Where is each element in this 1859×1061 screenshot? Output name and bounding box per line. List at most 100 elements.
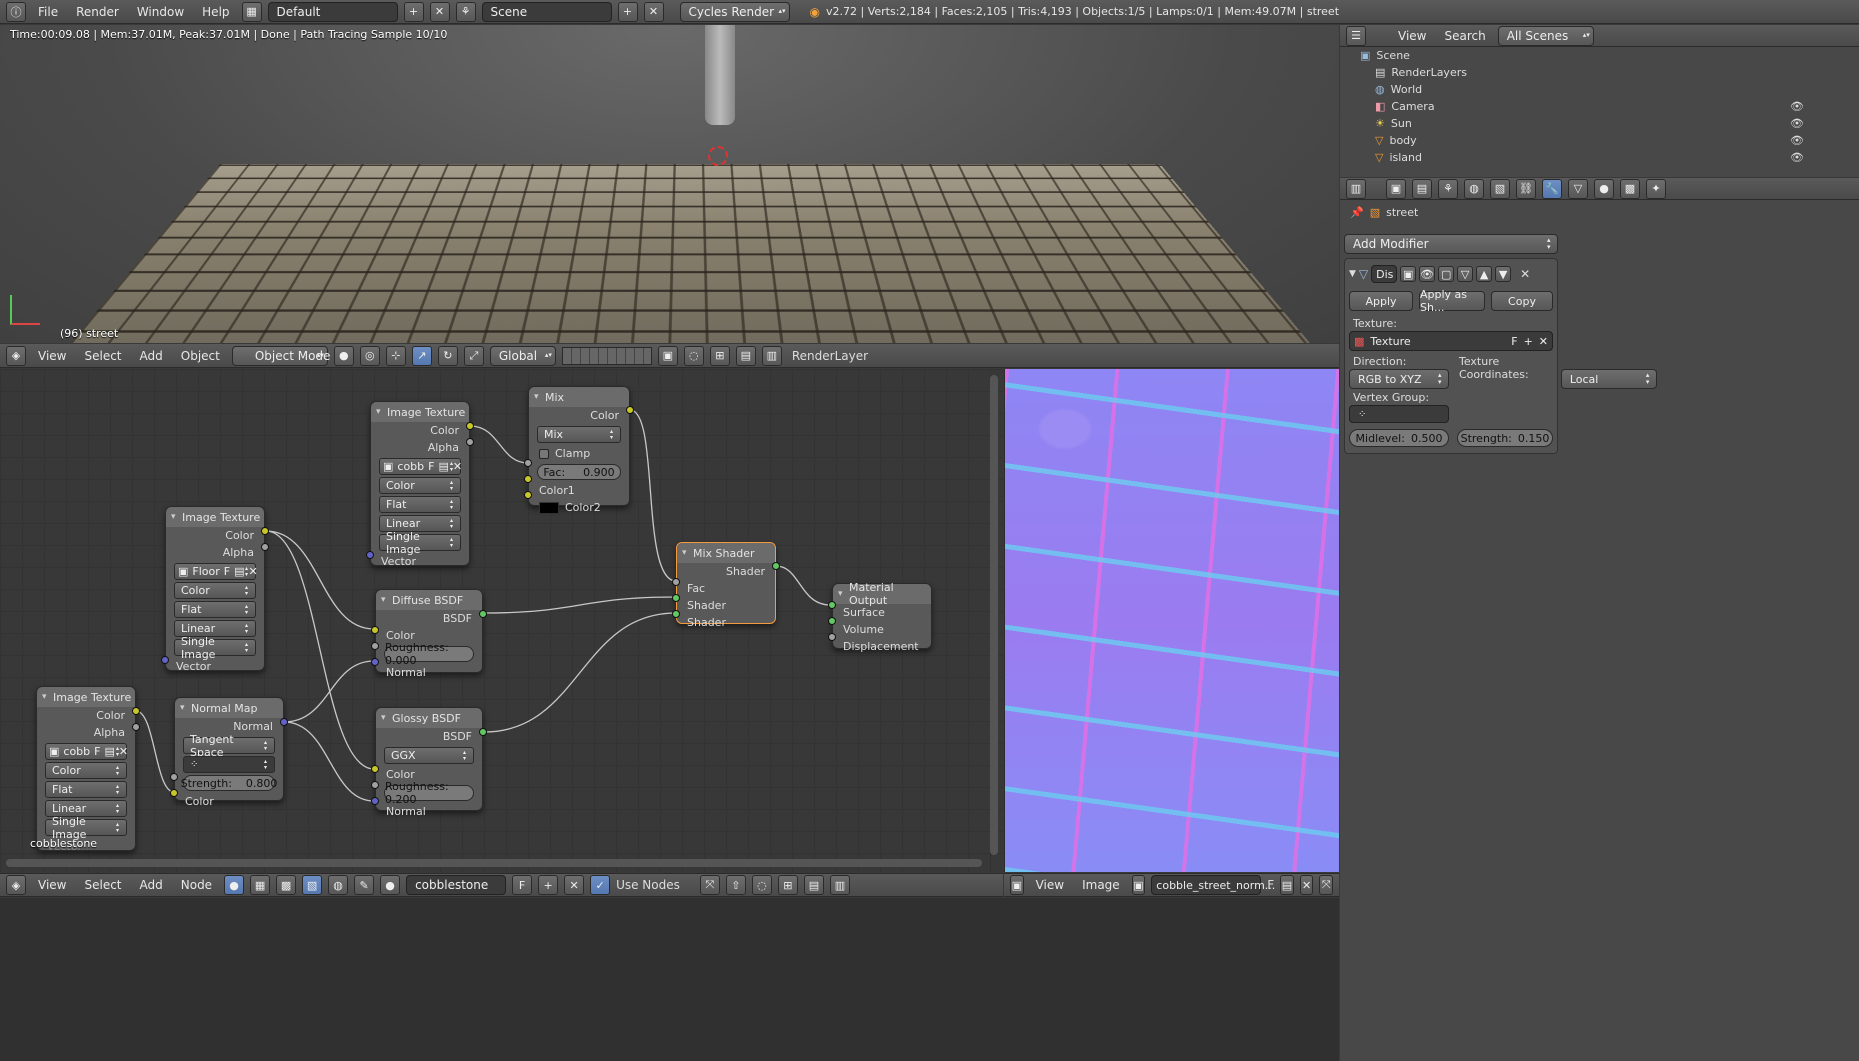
socket-glossy-normal[interactable] [371,797,379,805]
texture-field[interactable]: ▩ Texture F + ✕ [1349,331,1553,351]
screen-layout-icon[interactable]: ▦ [242,2,262,22]
unlink-image-icon[interactable]: ✕ [119,745,128,758]
open-image-icon[interactable]: ▤ [438,460,448,473]
texture-nodes-icon[interactable]: ▩ [276,875,296,895]
add-material-icon[interactable]: + [538,875,558,895]
outliner-item-sun[interactable]: ☀ Sun [1375,115,1412,132]
apply-button[interactable]: Apply [1349,291,1413,311]
source-dropdown[interactable]: Single Image [379,534,461,551]
material-field[interactable]: cobblestone [406,875,506,895]
socket-mixshader-shader2[interactable] [672,610,680,618]
render-engine-dropdown[interactable]: Cycles Render [680,2,790,22]
tab-texture-icon[interactable]: ▩ [1620,179,1640,199]
editor-type-icon[interactable]: ◈ [6,346,26,366]
vertical-scrollbar[interactable] [990,375,998,855]
socket-glossy-roughness[interactable] [371,781,379,789]
node-menu-view[interactable]: View [32,878,72,892]
menu-add[interactable]: Add [134,349,169,363]
remove-scene-icon[interactable]: ✕ [644,2,664,22]
image-selector[interactable]: ▣ cobb F ▤ ✕ [45,743,127,760]
move-up-icon[interactable]: ▲ [1476,266,1492,282]
use-nodes-label[interactable]: Use Nodes [616,878,680,892]
3d-cursor-icon[interactable] [708,146,728,166]
outliner-editor-icon[interactable]: ☰ [1346,26,1366,46]
menu-file[interactable]: File [32,5,64,19]
node-diffuse-bsdf[interactable]: Diffuse BSDF BSDF Color Roughness: 0.000… [375,589,483,673]
parent-icon[interactable]: ⇧ [726,875,746,895]
collapse-icon[interactable]: ▼ [1349,269,1356,279]
socket-img1-color[interactable] [466,422,474,430]
color-swatch[interactable] [539,502,559,514]
node-menu-select[interactable]: Select [78,878,127,892]
outliner-item-camera[interactable]: ◧ Camera [1375,98,1435,115]
node-menu-node[interactable]: Node [175,878,218,892]
source-dropdown[interactable]: Single Image [45,819,127,836]
socket-mix-out[interactable] [626,406,634,414]
remove-layout-icon[interactable]: ✕ [430,2,450,22]
image-browse-icon[interactable]: ▣ [1132,875,1146,895]
unlink-material-icon[interactable]: ✕ [564,875,584,895]
render-toggle-icon[interactable]: ▣ [1400,266,1416,282]
direction-dropdown[interactable]: RGB to XYZ [1349,369,1449,389]
outliner-item-body[interactable]: ▽ body [1375,132,1417,149]
render-layer-label[interactable]: RenderLayer [792,349,868,363]
image-name-field[interactable]: cobble_street_norm... [1151,875,1261,895]
cage-toggle-icon[interactable]: ▽ [1457,266,1473,282]
socket-mix-fac[interactable] [524,459,532,467]
socket-output-surface[interactable] [828,601,836,609]
socket-output-volume[interactable] [828,617,836,625]
outliner-menu-view[interactable]: View [1392,29,1432,43]
tab-layers-icon[interactable]: ▤ [1412,179,1432,199]
projection-dropdown[interactable]: Flat [45,781,127,798]
unlink-image-icon[interactable]: ✕ [1300,875,1314,895]
socket-mixshader-fac[interactable] [672,578,680,586]
node-material-output[interactable]: Material Output Surface Volume Displacem… [832,583,932,649]
fake-user-button[interactable]: F [512,875,532,895]
socket-glossy-out[interactable] [479,728,487,736]
copy-button[interactable]: Copy [1491,291,1553,311]
roughness-slider[interactable]: Roughness: 0.000 [384,646,474,662]
remove-modifier-icon[interactable]: ✕ [1520,267,1530,281]
new-image-icon[interactable]: ▤ [1280,875,1294,895]
projection-dropdown[interactable]: Flat [174,601,256,618]
socket-img3-alpha[interactable] [132,723,140,731]
open-image-icon[interactable]: ▤ [234,565,244,578]
node-image-texture-3[interactable]: Image Texture Color Alpha ▣cobbF▤✕ Color… [36,686,136,851]
socket-normalmap-color[interactable] [170,789,178,797]
tab-data-icon[interactable]: ▽ [1568,179,1588,199]
scale-icon[interactable]: ⤢ [464,346,484,366]
pin-image-icon[interactable]: ⤧ [1319,875,1333,895]
info-editor-icon[interactable]: ⓘ [6,2,26,22]
renderlayer-icon[interactable]: ▥ [762,346,782,366]
unlink-image-icon[interactable]: ✕ [453,460,462,473]
outliner-item-scene[interactable]: ▣ Scene [1360,47,1410,64]
socket-output-displacement[interactable] [828,633,836,641]
snap-icon[interactable]: ⊞ [710,346,730,366]
menu-help[interactable]: Help [196,5,235,19]
uv-map-field[interactable]: ⁘ [183,756,275,773]
node-title[interactable]: Diffuse BSDF [376,590,482,610]
shading-icon[interactable]: ● [334,346,354,366]
unlink-texture-icon[interactable]: ✕ [1539,335,1548,348]
rotate-icon[interactable]: ↻ [438,346,458,366]
socket-img1-vector[interactable] [366,551,374,559]
orientation-dropdown[interactable]: Global [490,346,556,366]
unlink-image-icon[interactable]: ✕ [249,565,258,578]
backdrop-icon[interactable]: ⤧ [700,875,720,895]
node-mix[interactable]: Mix Color Mix Clamp Fac:0.900 Color1 Col… [528,386,630,506]
node-title[interactable]: Mix Shader [677,543,775,563]
blend-type-dropdown[interactable]: Mix [537,426,621,443]
socket-diffuse-normal[interactable] [371,658,379,666]
image-fake-user-button[interactable]: F [1267,878,1274,892]
outliner-item-island[interactable]: ▽ island [1375,149,1422,166]
node-mix-shader[interactable]: Mix Shader Shader Fac Shader Shader [676,542,776,624]
node-title[interactable]: Image Texture [166,507,264,527]
add-layout-icon[interactable]: + [404,2,424,22]
socket-glossy-color[interactable] [371,765,379,773]
image-selector[interactable]: ▣ cobb F ▤ ✕ [379,458,461,475]
checkbox-icon[interactable] [539,449,549,459]
brush-icon[interactable]: ✎ [354,875,374,895]
socket-normalmap-out[interactable] [280,718,288,726]
socket-diffuse-color[interactable] [371,626,379,634]
socket-img2-alpha[interactable] [261,543,269,551]
